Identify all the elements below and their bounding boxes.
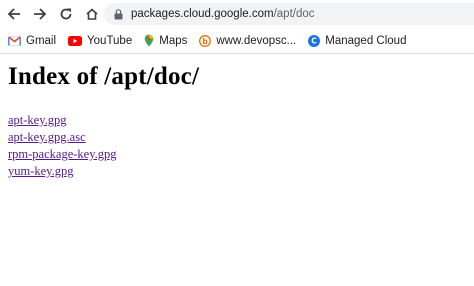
file-link[interactable]: yum-key.gpg — [8, 163, 466, 180]
file-list: apt-key.gpg apt-key.gpg.asc rpm-package-… — [8, 112, 466, 180]
page-title: Index of /apt/doc/ — [8, 63, 200, 90]
lock-icon — [114, 8, 123, 20]
page-content: Index of /apt/doc/ apt-key.gpg apt-key.g… — [0, 62, 474, 180]
bookmarks-bar: Gmail YouTube Maps b www.devopsc... C Ma… — [0, 28, 474, 54]
reload-icon — [60, 8, 72, 20]
bookmark-youtube-label: YouTube — [87, 34, 133, 47]
address-bar[interactable]: packages.cloud.google.com/apt/doc — [104, 3, 474, 25]
reload-button[interactable] — [54, 2, 78, 26]
file-link[interactable]: rpm-package-key.gpg — [8, 146, 466, 163]
youtube-icon — [68, 35, 83, 46]
url-path: /apt/doc — [273, 8, 315, 20]
back-button[interactable] — [2, 2, 26, 26]
svg-text:C: C — [312, 36, 318, 45]
bookmark-managed-cloud-label: Managed Cloud — [325, 34, 407, 47]
gmail-icon — [8, 35, 21, 46]
home-icon — [86, 8, 98, 20]
bookmark-managed-cloud[interactable]: C Managed Cloud — [308, 34, 407, 47]
file-link[interactable]: apt-key.gpg — [8, 112, 466, 129]
bookmark-devops-site[interactable]: b www.devopsc... — [199, 35, 296, 47]
browser-toolbar: packages.cloud.google.com/apt/doc — [0, 0, 474, 28]
maps-icon — [144, 34, 154, 47]
bookmark-maps[interactable]: Maps — [144, 34, 187, 47]
bookmark-youtube[interactable]: YouTube — [68, 35, 132, 47]
file-link[interactable]: apt-key.gpg.asc — [8, 129, 466, 146]
devops-site-icon: b — [199, 34, 212, 47]
svg-text:b: b — [203, 36, 209, 45]
home-button[interactable] — [80, 2, 104, 26]
bookmark-maps-label: Maps — [159, 34, 188, 47]
bookmark-gmail[interactable]: Gmail — [8, 35, 56, 47]
bookmark-gmail-label: Gmail — [26, 34, 57, 47]
url-host: packages.cloud.google.com — [131, 8, 274, 20]
forward-arrow-icon — [34, 8, 47, 20]
back-arrow-icon — [7, 8, 20, 20]
forward-button[interactable] — [28, 2, 52, 26]
bookmark-devops-site-label: www.devopsc... — [216, 34, 297, 47]
managed-cloud-icon: C — [308, 34, 321, 47]
